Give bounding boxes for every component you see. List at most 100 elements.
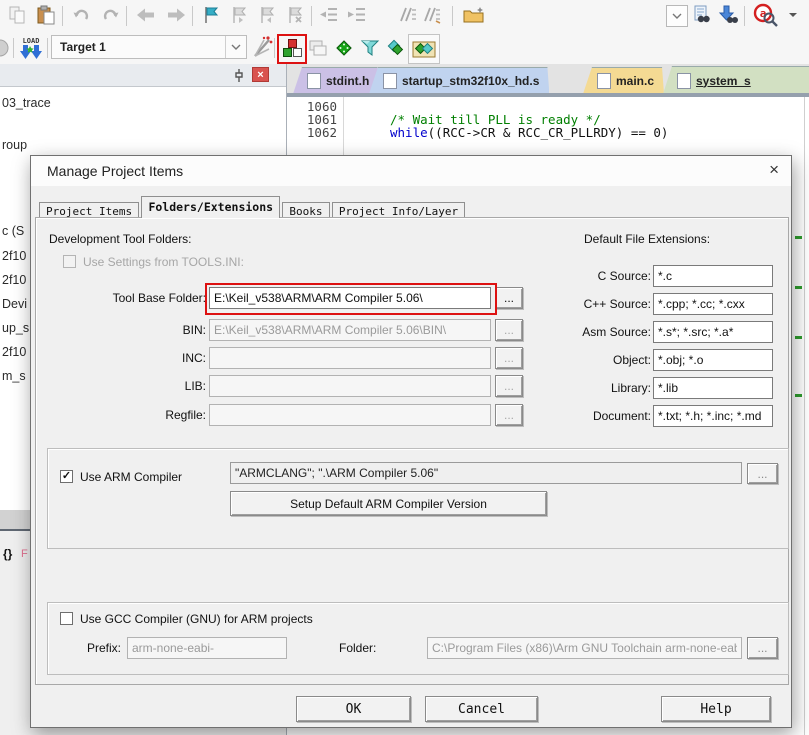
target-options-wand-icon[interactable] bbox=[250, 35, 274, 59]
library-field[interactable] bbox=[653, 377, 773, 399]
document-field[interactable] bbox=[653, 405, 773, 427]
insert-bookmark-icon[interactable] bbox=[199, 3, 223, 27]
code-mark bbox=[795, 236, 802, 239]
dialog-titlebar[interactable]: Manage Project Items × bbox=[31, 156, 791, 186]
use-arm-compiler-checkbox[interactable]: ✓ bbox=[60, 470, 73, 483]
incremental-find-icon[interactable] bbox=[716, 3, 740, 27]
lib-field[interactable] bbox=[209, 375, 491, 397]
redo-icon[interactable] bbox=[100, 3, 124, 27]
c-source-label: C Source: bbox=[491, 269, 651, 283]
document-icon bbox=[677, 73, 691, 89]
cpp-source-field[interactable] bbox=[653, 293, 773, 315]
pin-icon[interactable] bbox=[232, 67, 246, 86]
toolbar-separator bbox=[62, 6, 63, 26]
object-field[interactable] bbox=[653, 349, 773, 371]
tools-ini-checkbox[interactable] bbox=[63, 255, 76, 268]
editor-tab-main[interactable]: main.c bbox=[583, 67, 664, 94]
dialog-close-icon[interactable]: × bbox=[769, 160, 779, 180]
manage-components-icon[interactable] bbox=[306, 36, 330, 60]
pack-installer-icon[interactable] bbox=[358, 36, 382, 60]
tree-item[interactable]: m_s bbox=[2, 369, 26, 383]
use-gcc-checkbox[interactable] bbox=[60, 612, 73, 625]
gcc-folder-field[interactable] bbox=[427, 637, 742, 659]
uncomment-icon[interactable] bbox=[420, 3, 444, 27]
tree-item[interactable]: 2f10 bbox=[2, 273, 26, 287]
unindent-icon[interactable] bbox=[317, 3, 341, 27]
regfile-field[interactable] bbox=[209, 404, 491, 426]
functions-tab-label[interactable]: F bbox=[21, 548, 28, 560]
inc-field[interactable] bbox=[209, 347, 491, 369]
help-button[interactable]: Help bbox=[661, 696, 771, 722]
editor-tab-system-active[interactable]: system_s bbox=[663, 66, 809, 94]
use-gcc-label: Use GCC Compiler (GNU) for ARM projects bbox=[80, 612, 313, 626]
functions-tab-icon[interactable]: {} bbox=[3, 547, 12, 561]
copy-icon[interactable] bbox=[6, 3, 30, 27]
toolbar-separator bbox=[13, 38, 14, 58]
use-arm-compiler-label: Use ARM Compiler bbox=[80, 470, 182, 484]
ok-button[interactable]: OK bbox=[296, 696, 411, 722]
svg-text:LOAD: LOAD bbox=[23, 37, 40, 45]
tree-item[interactable]: roup bbox=[2, 138, 27, 152]
indent-icon[interactable] bbox=[345, 3, 369, 27]
gcc-prefix-field[interactable] bbox=[127, 637, 287, 659]
toolbar-separator bbox=[744, 6, 745, 26]
target-select[interactable]: Target 1 bbox=[51, 35, 247, 59]
toolbar-separator bbox=[126, 6, 127, 26]
undo-icon[interactable] bbox=[70, 3, 94, 27]
document-icon bbox=[383, 73, 397, 89]
asm-source-field[interactable] bbox=[653, 321, 773, 343]
navigate-back-icon[interactable] bbox=[134, 3, 158, 27]
dev-folders-heading: Development Tool Folders: bbox=[49, 232, 192, 246]
gcc-folder-label: Folder: bbox=[339, 641, 376, 655]
tree-item[interactable]: 2f10 bbox=[2, 345, 26, 359]
pack-diamond-icon[interactable] bbox=[384, 36, 408, 60]
toolbar-separator bbox=[47, 38, 48, 58]
tools-ini-label: Use Settings from TOOLS.INI: bbox=[83, 255, 244, 269]
next-bookmark-icon[interactable] bbox=[227, 3, 251, 27]
tree-item[interactable]: c (S bbox=[2, 224, 24, 238]
navigate-forward-icon[interactable] bbox=[164, 3, 188, 27]
cancel-button[interactable]: Cancel bbox=[425, 696, 538, 722]
bin-field[interactable] bbox=[209, 319, 491, 341]
gcc-folder-browse-button[interactable]: ... bbox=[747, 637, 778, 659]
setup-default-arm-compiler-button[interactable]: Setup Default ARM Compiler Version bbox=[230, 491, 547, 516]
editor-tab-stdint[interactable]: stdint.h bbox=[293, 67, 379, 94]
comment-icon[interactable] bbox=[396, 3, 420, 27]
close-panel-icon[interactable]: × bbox=[252, 67, 269, 82]
find-in-files-icon[interactable] bbox=[690, 3, 714, 27]
editor-tab-label: main.c bbox=[616, 74, 654, 88]
manage-project-items-icon[interactable] bbox=[280, 36, 304, 60]
editor-tab-startup[interactable]: startup_stm32f10x_hd.s bbox=[369, 67, 549, 94]
arm-compiler-field[interactable] bbox=[230, 462, 742, 484]
document-label: Document: bbox=[491, 409, 651, 423]
clear-bookmarks-icon[interactable] bbox=[283, 3, 307, 27]
open-folder-icon[interactable] bbox=[462, 3, 486, 27]
load-icon[interactable]: LOAD bbox=[18, 34, 44, 62]
target-select-caret-icon[interactable] bbox=[225, 36, 246, 58]
checkmark: ✓ bbox=[62, 470, 71, 482]
previous-bookmark-icon[interactable] bbox=[255, 3, 279, 27]
main-toolbar: a bbox=[0, 0, 809, 32]
inc-label: INC: bbox=[51, 351, 206, 365]
toolbar-separator bbox=[311, 6, 312, 26]
document-icon bbox=[597, 73, 611, 89]
manage-run-time-environment-icon[interactable] bbox=[408, 34, 440, 64]
paste-icon[interactable] bbox=[34, 3, 58, 27]
tool-base-folder-field[interactable] bbox=[209, 287, 491, 309]
arm-compiler-browse-button[interactable]: ... bbox=[747, 463, 778, 484]
select-software-packs-icon[interactable] bbox=[332, 36, 356, 60]
help-search-icon[interactable]: a bbox=[752, 2, 780, 28]
code-mark bbox=[795, 336, 802, 339]
tool-base-folder-label: Tool Base Folder: bbox=[51, 291, 206, 305]
manage-project-items-dialog: Manage Project Items × Project Items Fol… bbox=[30, 155, 792, 728]
tree-item[interactable]: 2f10 bbox=[2, 249, 26, 263]
c-source-field[interactable] bbox=[653, 265, 773, 287]
tab-folders-extensions[interactable]: Folders/Extensions bbox=[141, 196, 280, 218]
help-search-caret-icon[interactable] bbox=[786, 8, 800, 22]
tree-item[interactable]: 03_trace bbox=[2, 96, 51, 110]
regfile-label: Regfile: bbox=[51, 408, 206, 422]
arm-compiler-group: ✓ Use ARM Compiler ... Setup Default ARM… bbox=[47, 448, 789, 549]
search-scope-select[interactable] bbox=[666, 5, 688, 27]
tree-item[interactable]: Devi bbox=[2, 297, 27, 311]
tree-item[interactable]: up_s bbox=[2, 321, 29, 335]
